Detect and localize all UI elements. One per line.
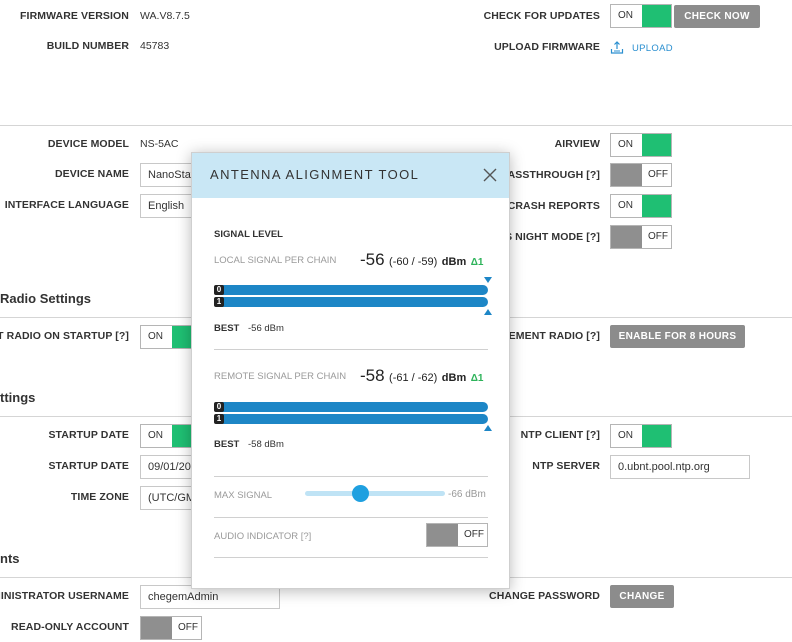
remote-signal-unit: dBm	[441, 372, 467, 384]
local-signal-delta: Δ1	[470, 257, 484, 268]
remote-signal-chains: (-61 / -62)	[389, 372, 438, 384]
local-signal-chains: (-60 / -59)	[389, 256, 438, 268]
remote-signal-delta: Δ1	[470, 373, 484, 384]
close-icon[interactable]	[481, 166, 499, 184]
local-chain-1-bar	[214, 297, 488, 307]
max-signal-slider-thumb[interactable]	[351, 485, 369, 502]
local-signal-value: -56	[360, 250, 385, 269]
remote-signal-value: -58	[360, 366, 385, 385]
remote-best-value: -58 dBm	[248, 439, 284, 450]
audio-indicator-toggle[interactable]: OFF	[426, 523, 488, 547]
max-signal-label: MAX SIGNAL	[214, 490, 273, 501]
local-chain-0-badge: 0	[214, 285, 224, 295]
remote-chain-1-badge: 1	[214, 414, 224, 424]
antenna-alignment-dialog: ANTENNA ALIGNMENT TOOL SIGNAL LEVEL LOCA…	[191, 152, 510, 589]
max-signal-value: -66 dBm	[448, 489, 486, 500]
divider	[214, 557, 488, 558]
audio-indicator-label: AUDIO INDICATOR [?]	[214, 531, 312, 542]
local-best-value: -56 dBm	[248, 323, 284, 334]
signal-level-heading: SIGNAL LEVEL	[214, 229, 283, 240]
remote-signal-readout: -58 (-61 / -62) dBm Δ1	[360, 366, 483, 386]
local-signal-label: LOCAL SIGNAL PER CHAIN	[214, 255, 337, 266]
divider	[214, 517, 488, 518]
local-min-marker-icon	[484, 309, 492, 315]
local-max-marker-icon	[484, 277, 492, 283]
dialog-title: ANTENNA ALIGNMENT TOOL	[210, 167, 420, 182]
remote-signal-label: REMOTE SIGNAL PER CHAIN	[214, 371, 347, 382]
divider	[214, 349, 488, 350]
divider	[214, 476, 488, 477]
dialog-header: ANTENNA ALIGNMENT TOOL	[192, 153, 509, 198]
remote-min-marker-icon	[484, 425, 492, 431]
local-signal-readout: -56 (-60 / -59) dBm Δ1	[360, 250, 483, 270]
remote-chain-0-bar	[214, 402, 488, 412]
local-chain-1-badge: 1	[214, 297, 224, 307]
remote-chain-0-badge: 0	[214, 402, 224, 412]
max-signal-slider-track[interactable]	[305, 491, 445, 496]
remote-chain-1-bar	[214, 414, 488, 424]
local-chain-0-bar	[214, 285, 488, 295]
local-signal-unit: dBm	[441, 256, 467, 268]
remote-best-label: BEST	[214, 439, 240, 450]
local-best-label: BEST	[214, 323, 240, 334]
